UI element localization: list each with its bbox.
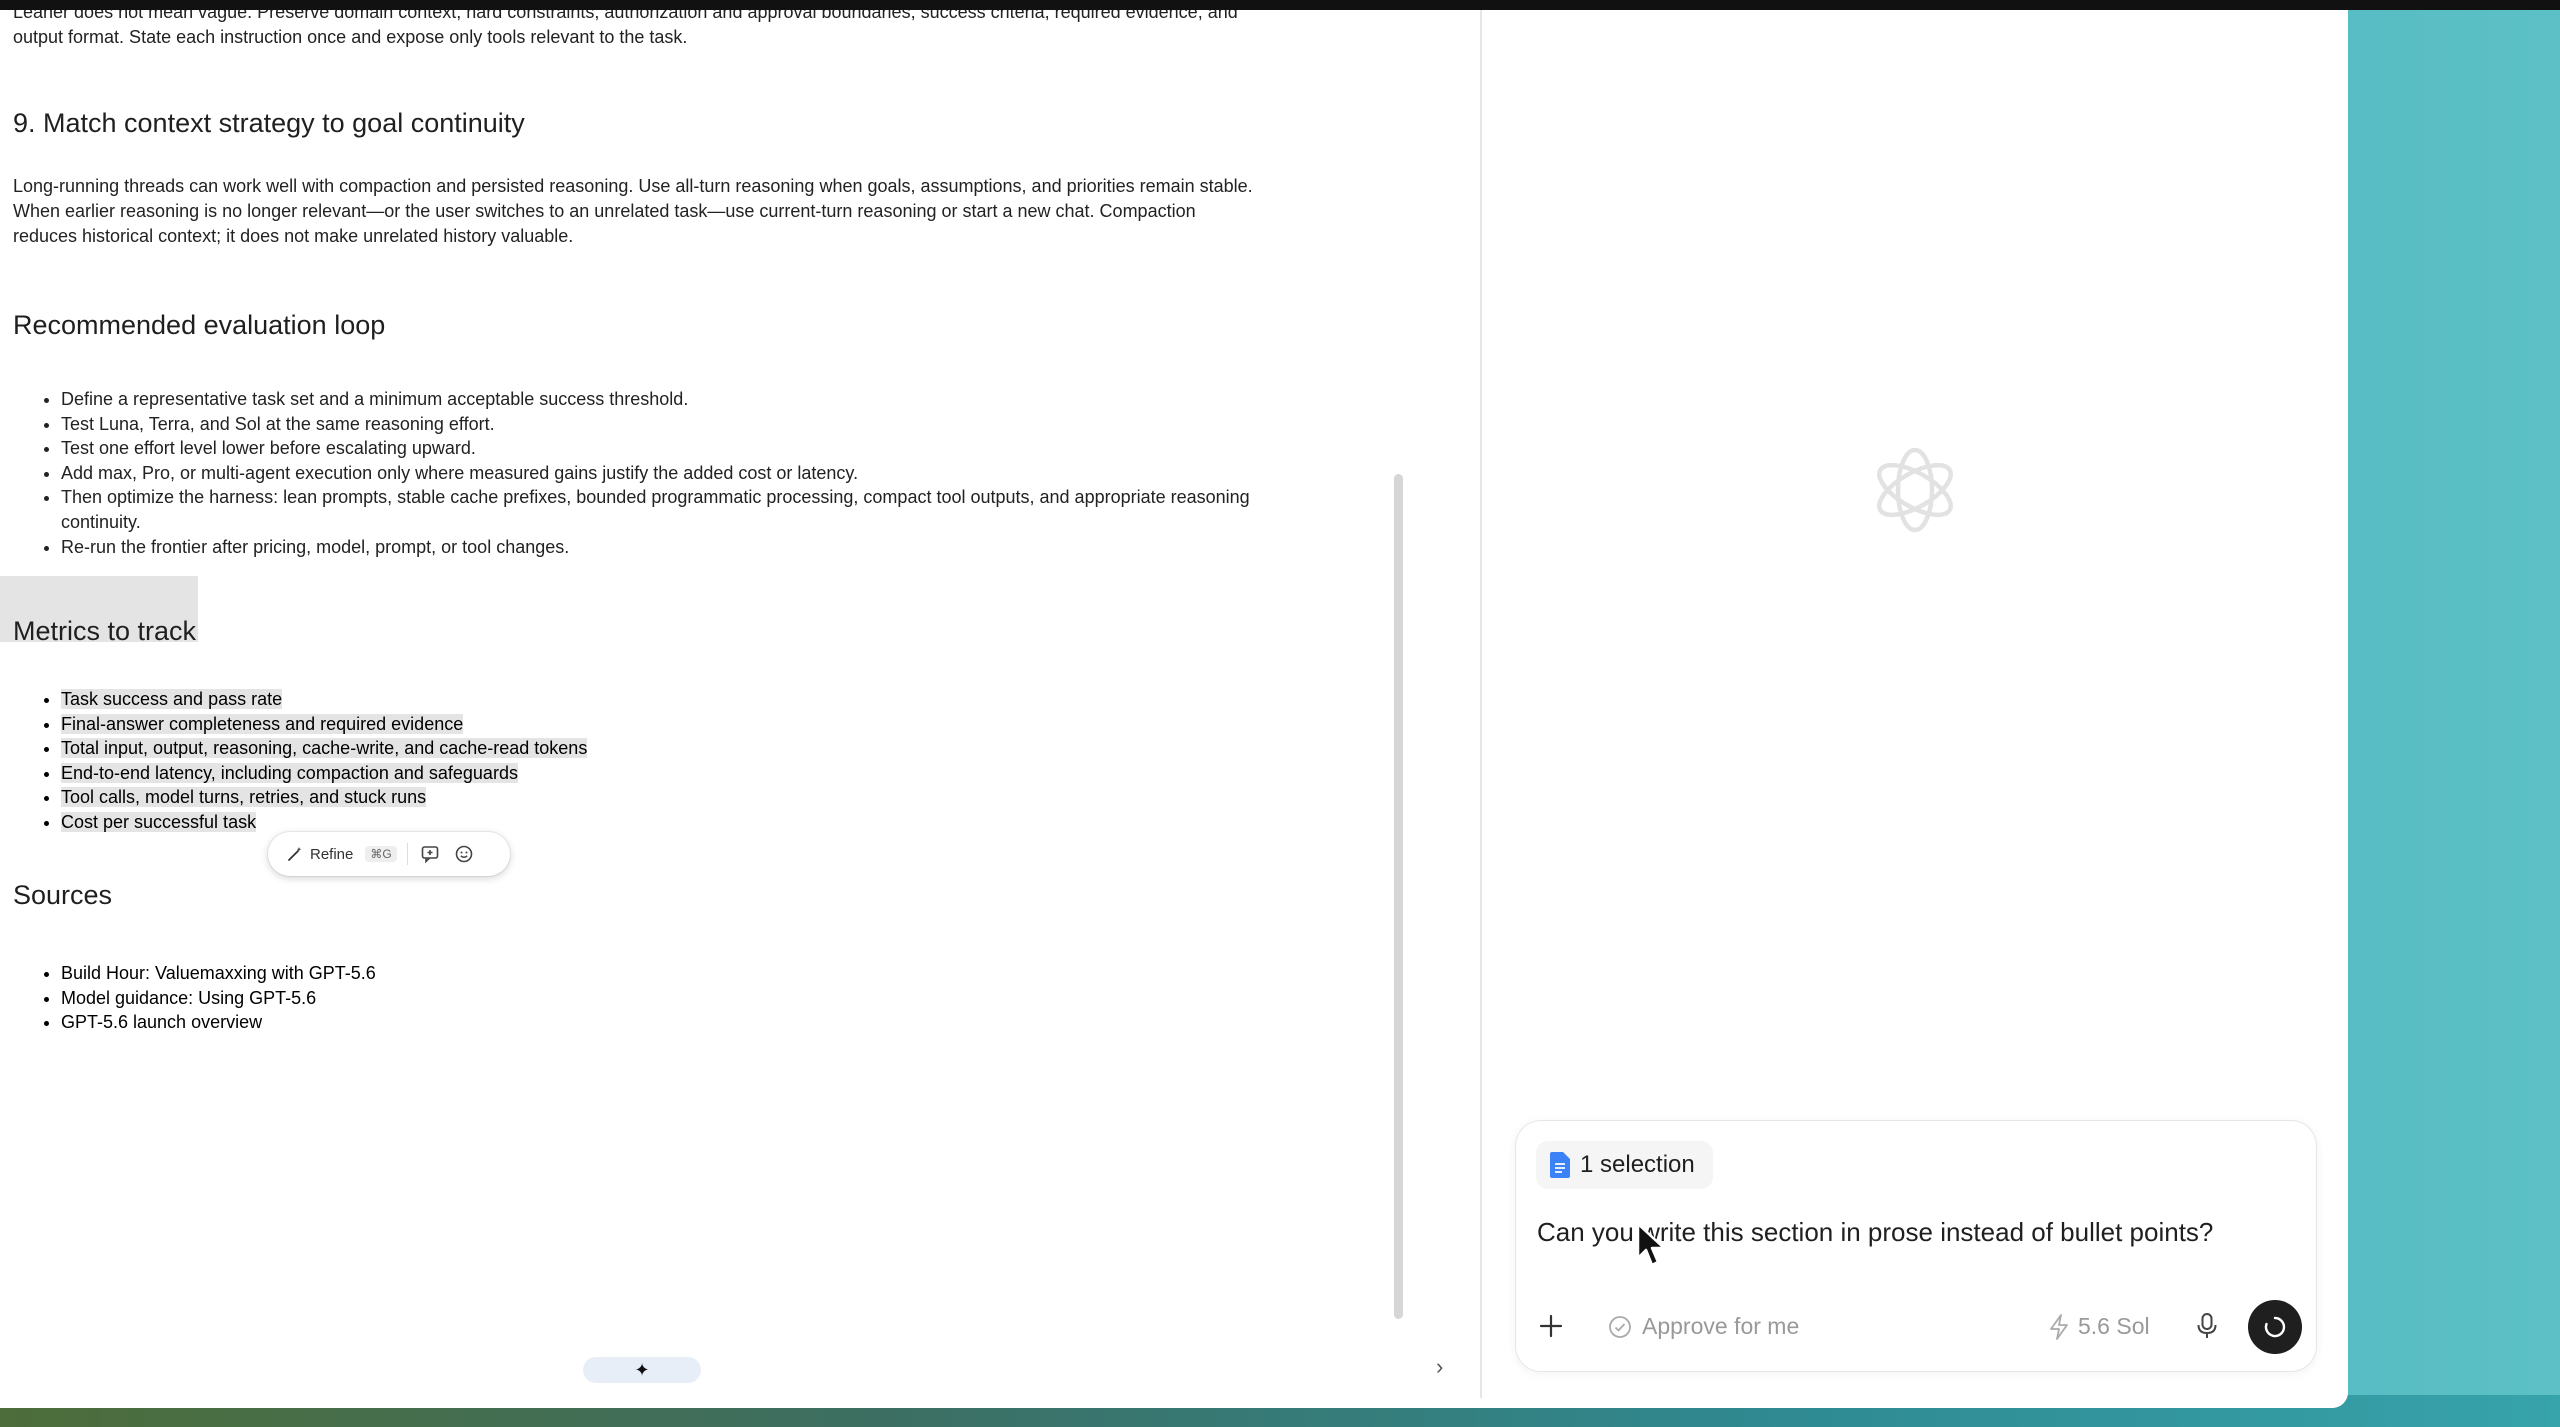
chevron-right-icon[interactable]: › <box>1436 1354 1443 1380</box>
list-item[interactable]: Cost per successful task <box>61 810 1291 835</box>
cut-off-paragraph: Leaner does not mean vague. Preserve dom… <box>13 10 1238 47</box>
divider <box>406 843 408 865</box>
stop-generating-button[interactable] <box>2248 1300 2302 1354</box>
model-selector[interactable]: 5.6 Sol <box>2048 1313 2150 1340</box>
document-pane: Leaner does not mean vague. Preserve dom… <box>0 10 1482 1398</box>
sources-list: Build Hour: Valuemaxxing with GPT-5.6 Mo… <box>0 961 1291 1035</box>
source-link[interactable]: GPT-5.6 launch overview <box>61 1010 1291 1035</box>
plus-icon <box>1539 1314 1563 1338</box>
list-item[interactable]: Total input, output, reasoning, cache-wr… <box>61 736 1291 761</box>
chatgpt-logo-icon <box>1877 447 1953 533</box>
metrics-list: Task success and pass rate Final-answer … <box>0 687 1291 835</box>
list-item[interactable]: End-to-end latency, including compaction… <box>61 761 1291 786</box>
list-item[interactable]: Final-answer completeness and required e… <box>61 712 1291 737</box>
ai-assist-button[interactable]: ✦ <box>583 1357 701 1383</box>
selection-chip-label: 1 selection <box>1580 1151 1695 1178</box>
emoji-reaction-icon[interactable] <box>452 842 476 866</box>
eval-loop-list: Define a representative task set and a m… <box>0 387 1291 559</box>
list-item: Add max, Pro, or multi-agent execution o… <box>61 461 1291 486</box>
list-item: Re-run the frontier after pricing, model… <box>61 535 1291 560</box>
list-item[interactable]: Tool calls, model turns, retries, and st… <box>61 785 1291 810</box>
list-item: Then optimize the harness: lean prompts,… <box>61 485 1291 534</box>
refine-label: Refine <box>310 845 354 863</box>
loading-spinner-icon <box>2264 1316 2286 1338</box>
composer-controls: Approve for me 5.6 Sol <box>1516 1299 2316 1355</box>
eval-loop-heading: Recommended evaluation loop <box>13 310 386 340</box>
lightning-icon <box>2050 1313 2068 1340</box>
source-link[interactable]: Build Hour: Valuemaxxing with GPT-5.6 <box>61 961 1291 986</box>
refine-shortcut: ⌘G <box>365 846 397 862</box>
mouse-cursor-icon <box>1636 1222 1666 1267</box>
list-item: Test Luna, Terra, and Sol at the same re… <box>61 412 1291 437</box>
metrics-heading[interactable]: Metrics to track <box>13 616 196 647</box>
add-comment-icon[interactable] <box>418 842 442 866</box>
model-label: 5.6 Sol <box>2078 1313 2150 1339</box>
selection-toolbar: Refine ⌘G <box>268 832 510 876</box>
sources-heading: Sources <box>13 880 113 910</box>
app-window: Leaner does not mean vague. Preserve dom… <box>0 10 2348 1408</box>
approve-for-me-button[interactable]: Approve for me <box>1608 1313 1799 1340</box>
microphone-icon <box>2197 1313 2217 1338</box>
approve-label: Approve for me <box>1642 1313 1800 1339</box>
section-9-body: Long-running threads can work well with … <box>13 176 1253 246</box>
magic-pen-icon <box>288 847 302 861</box>
selection-chip[interactable]: 1 selection <box>1536 1141 1713 1189</box>
sparkle-icon: ✦ <box>634 1359 650 1380</box>
microphone-button[interactable] <box>2194 1311 2220 1346</box>
list-item: Define a representative task set and a m… <box>61 387 1291 412</box>
document-icon <box>1550 1152 1570 1178</box>
list-item: Test one effort level lower before escal… <box>61 436 1291 461</box>
top-bar <box>0 0 2560 10</box>
shield-check-icon <box>1609 1315 1631 1338</box>
list-item[interactable]: Task success and pass rate <box>61 687 1291 712</box>
add-attachment-button[interactable] <box>1538 1309 1564 1345</box>
scrollbar[interactable] <box>1394 474 1403 1319</box>
source-link[interactable]: Model guidance: Using GPT-5.6 <box>61 986 1291 1011</box>
section-9-heading: 9. Match context strategy to goal contin… <box>13 108 525 138</box>
refine-button[interactable]: Refine ⌘G <box>286 845 397 863</box>
